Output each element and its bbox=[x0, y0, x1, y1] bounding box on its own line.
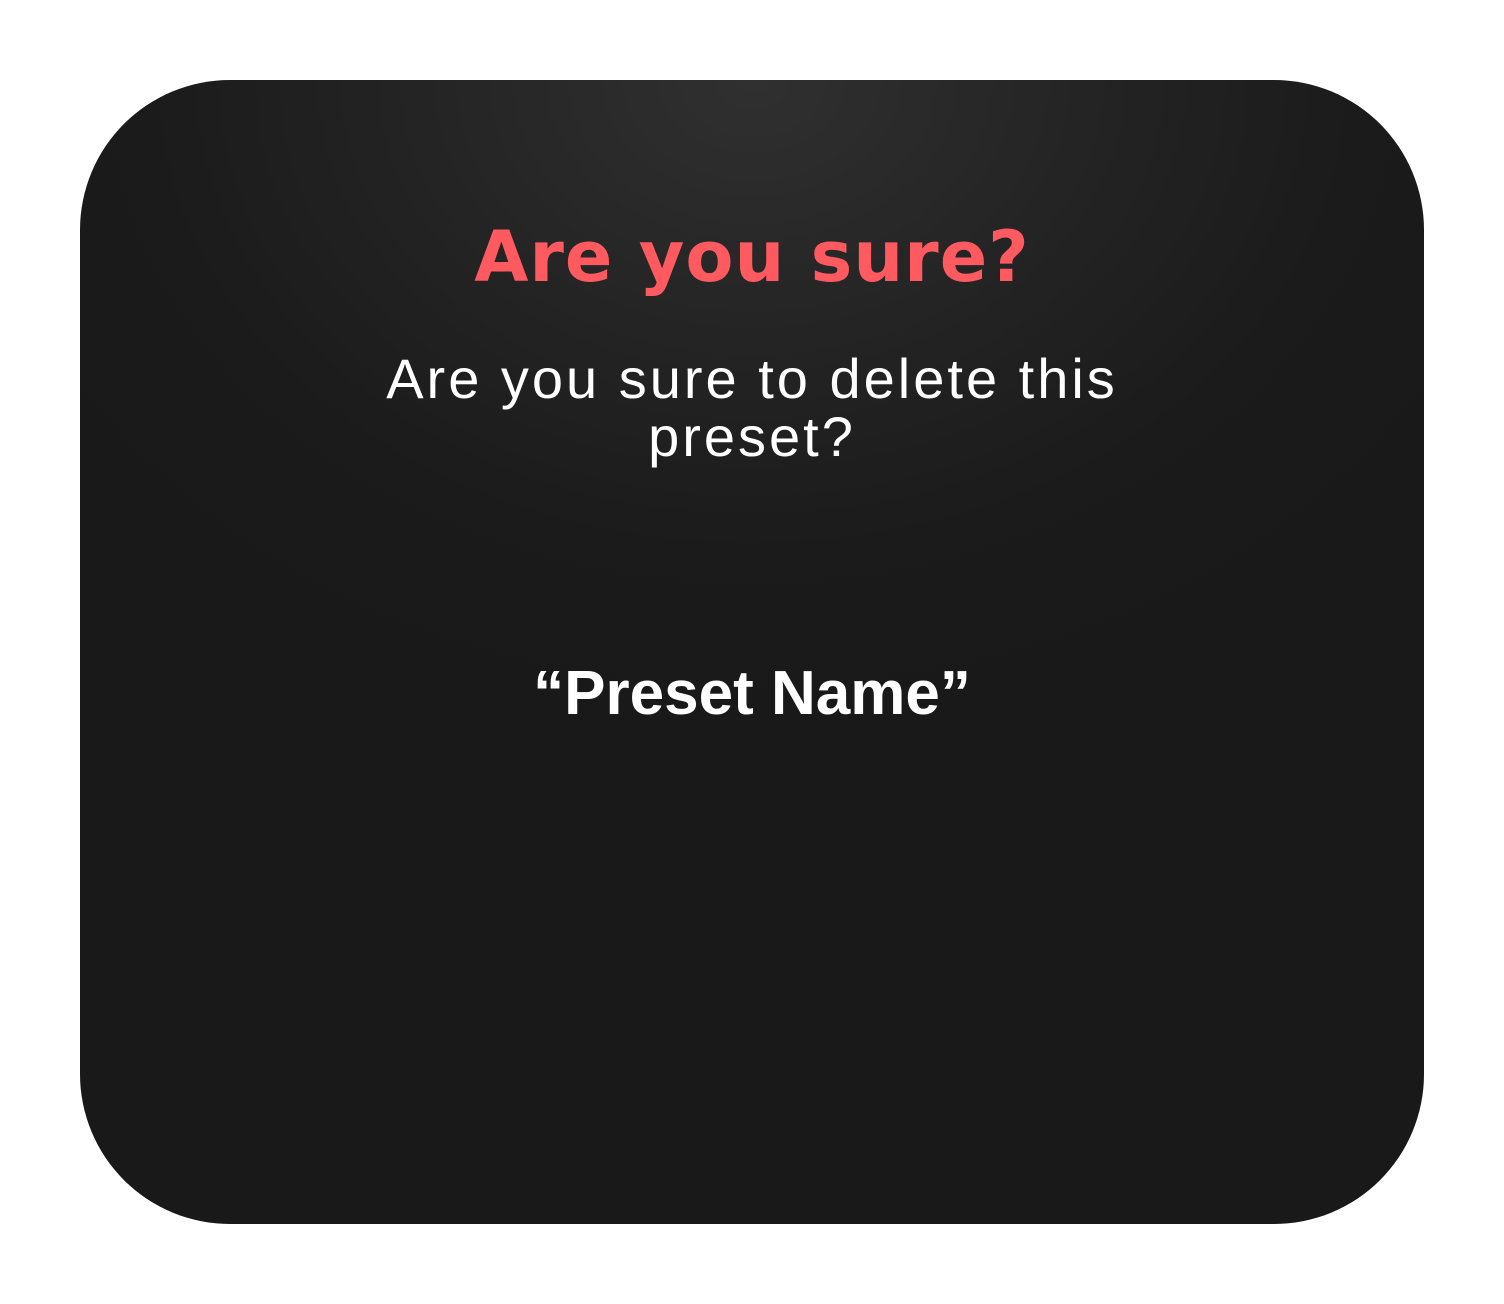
dialog-title: Are you sure? bbox=[474, 216, 1030, 298]
dialog-message: Are you sure to delete this preset? bbox=[386, 347, 1118, 468]
delete-preset-dialog: Are you sure? Are you sure to delete thi… bbox=[80, 80, 1424, 1224]
preset-name-label: “Preset Name” bbox=[533, 659, 971, 728]
